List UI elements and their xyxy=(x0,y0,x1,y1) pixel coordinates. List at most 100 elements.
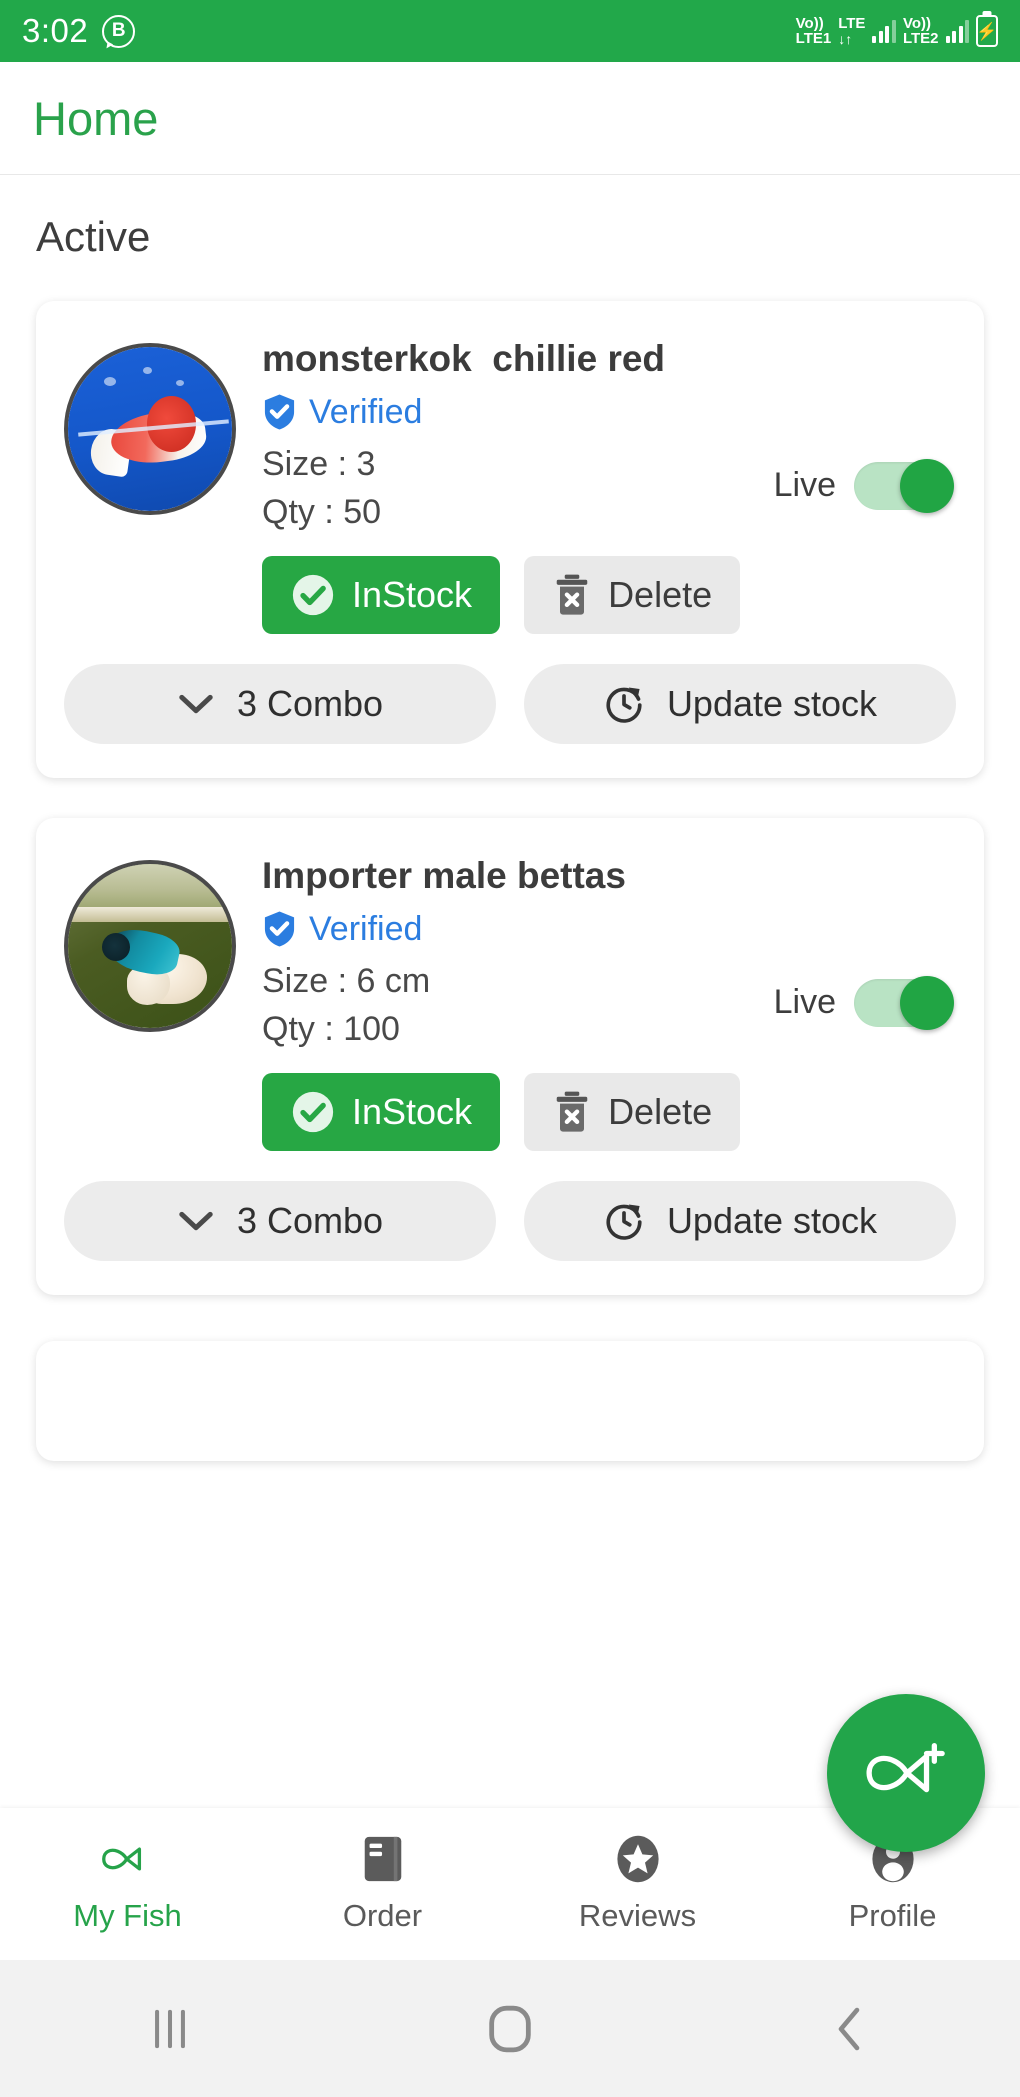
signal-bars-sim2-icon xyxy=(945,19,969,43)
sim2-indicator: Vo)) LTE2 xyxy=(902,14,939,47)
trash-x-icon xyxy=(556,1092,588,1133)
instock-button[interactable]: InStock xyxy=(262,1073,501,1152)
bubble-shape xyxy=(176,379,185,386)
sim1-volte-label: Vo)) xyxy=(795,14,824,32)
nav-item-reviews[interactable]: Reviews xyxy=(510,1834,765,1934)
status-clock: 3:02 xyxy=(22,12,89,49)
shield-check-icon xyxy=(264,394,295,430)
data-arrows-icon: ↓↑ xyxy=(838,30,853,47)
toggle-knob xyxy=(900,975,954,1030)
nav-item-order[interactable]: Order xyxy=(255,1834,510,1934)
verified-badge: Verified xyxy=(262,910,956,949)
product-qty: Qty : 50 xyxy=(262,492,382,531)
verified-label: Verified xyxy=(309,392,423,431)
refresh-clock-icon xyxy=(606,1204,642,1241)
instock-button-label: InStock xyxy=(352,1091,473,1133)
nav-label-order: Order xyxy=(342,1898,423,1933)
product-card-top: monsterkok chillie red Verified Size : 3… xyxy=(64,331,956,635)
tank-rim-shape xyxy=(68,906,232,922)
verified-label: Verified xyxy=(309,909,423,948)
home-button[interactable] xyxy=(340,2004,680,2054)
bubble-shape xyxy=(143,366,153,374)
fish-icon xyxy=(100,1834,156,1884)
product-meta-row: Size : 6 cm Qty : 100 Live xyxy=(262,957,956,1054)
live-toggle-group[interactable]: Live xyxy=(773,458,956,513)
book-icon xyxy=(359,1834,407,1884)
nav-label-my-fish: My Fish xyxy=(73,1898,182,1933)
toggle-knob xyxy=(900,458,954,513)
update-stock-button[interactable]: Update stock xyxy=(524,664,956,745)
product-measurements: Size : 3 Qty : 50 xyxy=(262,440,381,537)
refresh-clock-icon xyxy=(606,687,642,723)
combo-dropdown-button[interactable]: 3 Combo xyxy=(64,664,496,745)
product-card-top: Importer male bettas Verified Size : 6 c… xyxy=(64,848,956,1152)
battery-bolt-glyph: ⚡ xyxy=(976,21,998,41)
combo-dropdown-button[interactable]: 3 Combo xyxy=(64,1181,496,1262)
product-title: monsterkok chillie red xyxy=(262,338,666,379)
live-toggle-switch[interactable] xyxy=(854,975,954,1030)
live-label: Live xyxy=(773,983,836,1022)
combo-button-label: 3 Combo xyxy=(236,683,384,725)
sim2-volte-label: Vo)) xyxy=(902,14,931,32)
product-meta-row: Size : 3 Qty : 50 Live xyxy=(262,440,956,537)
add-fish-fab[interactable] xyxy=(827,1694,985,1852)
delete-button[interactable]: Delete xyxy=(524,1073,741,1152)
phone-screen: 3:02 B Vo)) LTE1 LTE ↓↑ Vo)) LTE2 ⚡ Home… xyxy=(0,0,1020,2097)
product-action-buttons: InStock Delete xyxy=(262,556,956,635)
product-thumbnail[interactable] xyxy=(64,860,236,1033)
business-badge-icon: B xyxy=(102,14,136,48)
delete-button[interactable]: Delete xyxy=(524,556,741,635)
product-title: Importer male bettas xyxy=(262,855,626,897)
star-circle-icon xyxy=(613,1834,663,1884)
live-label: Live xyxy=(773,466,836,505)
product-size: Size : 6 cm xyxy=(262,961,431,1000)
live-toggle-switch[interactable] xyxy=(854,458,954,513)
check-circle-icon xyxy=(292,1092,334,1133)
book-icon-svg xyxy=(364,1836,401,1882)
back-button[interactable] xyxy=(680,2005,1020,2053)
product-size: Size : 3 xyxy=(262,444,376,483)
product-card[interactable]: Importer male bettas Verified Size : 6 c… xyxy=(36,818,984,1296)
battery-charging-icon: ⚡ xyxy=(976,15,998,47)
android-navigation-bar xyxy=(0,1960,1020,2097)
product-card[interactable]: monsterkok chillie red Verified Size : 3… xyxy=(36,301,984,779)
product-info: Importer male bettas Verified Size : 6 c… xyxy=(236,848,956,1152)
sim2-network-label: LTE2 xyxy=(902,30,939,47)
combo-button-label: 3 Combo xyxy=(236,1200,384,1242)
fish-icon-svg xyxy=(101,1847,141,1871)
home-icon xyxy=(489,2005,531,2052)
delete-button-label: Delete xyxy=(608,1091,713,1133)
nav-label-profile: Profile xyxy=(848,1898,937,1933)
sim1-network-label: LTE1 xyxy=(795,30,832,47)
app-bar: Home xyxy=(0,62,1020,175)
nav-item-my-fish[interactable]: My Fish xyxy=(0,1834,255,1934)
live-toggle-group[interactable]: Live xyxy=(773,975,956,1030)
product-qty: Qty : 100 xyxy=(262,1010,400,1049)
product-thumbnail[interactable] xyxy=(64,343,236,515)
update-stock-button[interactable]: Update stock xyxy=(524,1181,956,1262)
status-bar-right: Vo)) LTE1 LTE ↓↑ Vo)) LTE2 ⚡ xyxy=(796,15,998,47)
instock-button-label: InStock xyxy=(352,574,473,616)
lte-data-indicator: LTE ↓↑ xyxy=(838,16,865,46)
bubble-shape xyxy=(104,376,117,386)
recents-icon xyxy=(155,2009,185,2048)
update-stock-button-label: Update stock xyxy=(666,683,878,725)
product-secondary-actions: 3 Combo Update stock xyxy=(64,1181,956,1262)
product-action-buttons: InStock Delete xyxy=(262,1073,956,1152)
back-icon xyxy=(838,2007,860,2050)
delete-button-label: Delete xyxy=(608,574,713,616)
fish-plus-icon xyxy=(866,1742,945,1793)
sim1-indicator: Vo)) LTE1 xyxy=(795,14,832,47)
recents-button[interactable] xyxy=(0,2006,340,2052)
chevron-down-icon xyxy=(179,1212,213,1231)
product-secondary-actions: 3 Combo Update stock xyxy=(64,664,956,745)
instock-button[interactable]: InStock xyxy=(262,556,501,635)
check-circle-icon xyxy=(292,575,334,616)
nav-label-reviews: Reviews xyxy=(578,1898,697,1933)
page-title: Home xyxy=(33,91,159,145)
product-card-partial[interactable] xyxy=(36,1341,984,1462)
product-info: monsterkok chillie red Verified Size : 3… xyxy=(236,331,956,635)
business-badge-letter: B xyxy=(111,20,126,41)
signal-bars-sim1-icon xyxy=(872,19,896,43)
chevron-down-icon xyxy=(179,695,213,714)
